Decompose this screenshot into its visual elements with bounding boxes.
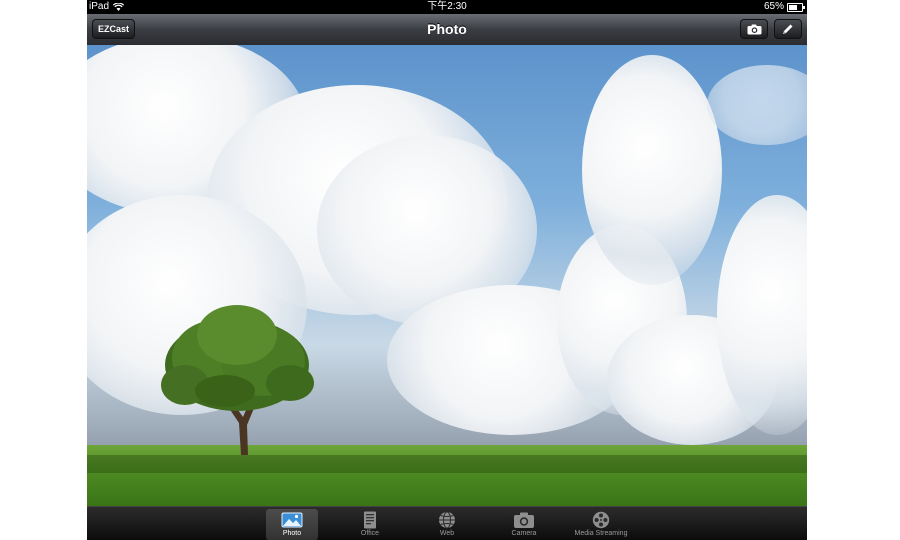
ipad-screen: iPad 下午2:30 65% EZCast Photo Photo Offic… (87, 0, 807, 540)
battery-icon (787, 2, 805, 12)
navigation-bar: EZCast Photo (87, 14, 807, 46)
camera-button[interactable] (740, 19, 768, 39)
tab-camera[interactable]: Camera (498, 509, 550, 540)
camera-icon (514, 512, 534, 528)
photo-icon (281, 512, 303, 528)
tab-media-streaming[interactable]: Media Streaming (575, 509, 627, 540)
page-title: Photo (427, 21, 467, 37)
tab-label: Media Streaming (574, 530, 628, 537)
globe-icon (439, 511, 455, 529)
pencil-icon (783, 24, 793, 34)
tab-label: Office (360, 530, 380, 537)
status-right: 65% (763, 0, 805, 14)
tab-photo[interactable]: Photo (266, 509, 318, 540)
tab-label: Camera (511, 530, 537, 537)
cloud (707, 65, 807, 145)
tab-web[interactable]: Web (421, 509, 473, 540)
camera-icon (747, 24, 761, 34)
film-reel-icon (592, 511, 610, 529)
tree (161, 305, 314, 455)
edit-button[interactable] (774, 19, 802, 39)
tab-label: Photo (282, 530, 302, 537)
tab-bar: Photo Office Web Camera Media Streaming (87, 506, 807, 540)
photo-canvas[interactable] (87, 45, 807, 506)
status-time: 下午2:30 (427, 1, 467, 12)
tab-office[interactable]: Office (344, 509, 396, 540)
status-bar: iPad 下午2:30 65% (87, 0, 807, 14)
battery-fill (789, 4, 797, 10)
cloud (582, 55, 722, 285)
battery-percent: 65% (763, 1, 784, 12)
tab-label: Web (439, 530, 455, 537)
document-icon (364, 511, 376, 529)
